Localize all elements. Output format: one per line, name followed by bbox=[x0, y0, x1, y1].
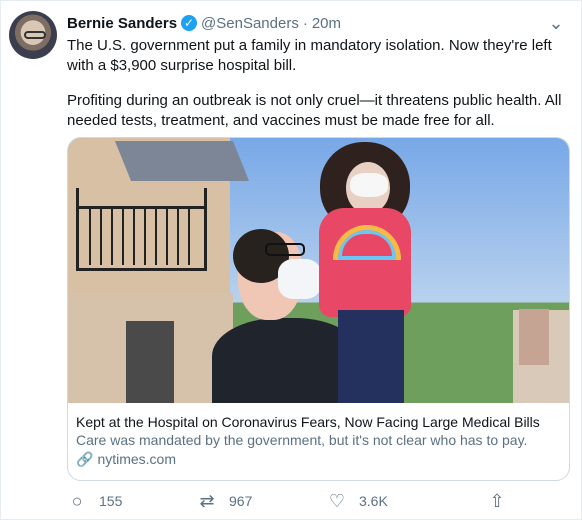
tweet-container: Bernie Sanders ✓ @SenSanders · 20m ⌄ The… bbox=[0, 0, 582, 520]
card-domain[interactable]: nytimes.com bbox=[97, 450, 176, 468]
share-icon: ⇧ bbox=[489, 490, 505, 511]
tweet-text-line-1: The U.S. government put a family in mand… bbox=[67, 37, 552, 54]
link-preview-card[interactable]: Kept at the Hospital on Coronavirus Fear… bbox=[67, 137, 570, 481]
card-title[interactable]: Kept at the Hospital on Coronavirus Fear… bbox=[76, 413, 561, 431]
reply-button[interactable]: ○ 155 bbox=[67, 492, 197, 510]
separator: · bbox=[302, 14, 308, 32]
tweet-text-paragraph-2: Profiting during an outbreak is not only… bbox=[67, 92, 562, 129]
author-name[interactable]: Bernie Sanders bbox=[67, 15, 177, 32]
card-description: Care was mandated by the government, but… bbox=[76, 432, 528, 448]
balcony bbox=[76, 188, 207, 271]
building-tower bbox=[519, 309, 549, 365]
man-face-mask bbox=[278, 259, 321, 299]
reply-icon: ○ bbox=[71, 491, 83, 511]
tweet-text-line-2: with a $3,900 surprise hospital bill. bbox=[67, 57, 297, 74]
share-button[interactable]: ⇧ bbox=[477, 491, 517, 512]
tweet-header: Bernie Sanders ✓ @SenSanders · 20m ⌄ bbox=[67, 11, 567, 35]
heart-icon: ♡ bbox=[328, 491, 346, 511]
author-handle[interactable]: @SenSanders bbox=[201, 15, 299, 32]
tweet-time[interactable]: 20m bbox=[312, 15, 341, 32]
building-door bbox=[126, 321, 174, 403]
reply-count: 155 bbox=[99, 493, 123, 509]
article-photo[interactable] bbox=[68, 138, 569, 403]
card-meta[interactable]: Kept at the Hospital on Coronavirus Fear… bbox=[68, 403, 569, 478]
child-face-mask bbox=[350, 173, 388, 197]
avatar[interactable] bbox=[9, 11, 57, 59]
verified-badge-icon: ✓ bbox=[181, 15, 198, 31]
retweet-icon: ⇄ bbox=[199, 491, 215, 511]
retweet-count: 967 bbox=[229, 493, 253, 509]
retweet-button[interactable]: ⇄ 967 bbox=[197, 492, 327, 510]
tweet-actions: ○ 155 ⇄ 967 ♡ 3.6K ⇧ bbox=[67, 489, 517, 513]
chevron-down-icon[interactable]: ⌄ bbox=[545, 13, 567, 34]
card-domain-row[interactable]: 🔗 nytimes.com bbox=[76, 450, 561, 468]
child-pants bbox=[338, 310, 404, 403]
building-roof bbox=[114, 141, 250, 181]
link-icon: 🔗 bbox=[76, 451, 94, 467]
like-button[interactable]: ♡ 3.6K bbox=[327, 492, 457, 510]
tweet-text: The U.S. government put a family in mand… bbox=[67, 36, 567, 76]
like-count: 3.6K bbox=[359, 493, 388, 509]
glasses bbox=[265, 243, 305, 256]
